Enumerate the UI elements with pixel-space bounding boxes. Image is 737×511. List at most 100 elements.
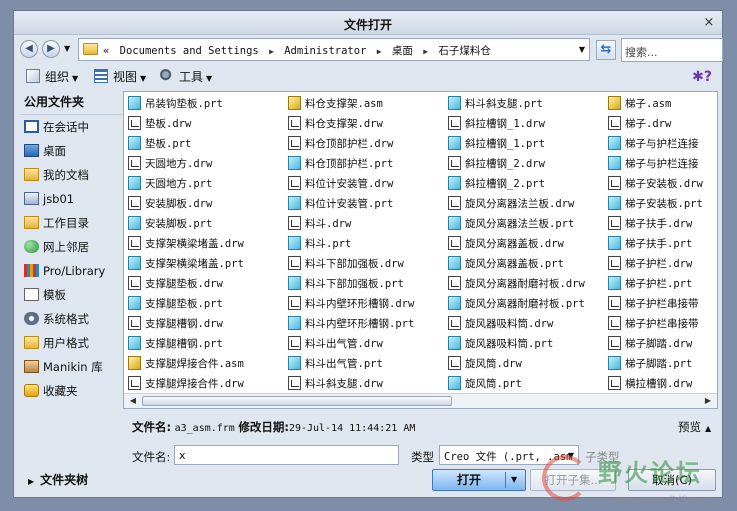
file-item[interactable]: 支撑腿垫板.drw — [128, 274, 244, 294]
file-item[interactable]: 梯子护栏串接带 — [608, 314, 703, 334]
file-item[interactable]: 旋风分离器法兰板.drw — [448, 194, 585, 214]
file-item[interactable]: 梯子扶手.prt — [608, 234, 703, 254]
file-item[interactable]: 支撑腿槽钢.drw — [128, 314, 244, 334]
breadcrumb-desktop[interactable]: 桌面 — [392, 45, 413, 57]
file-item[interactable]: 料斗下部加强板.drw — [288, 254, 414, 274]
close-icon[interactable]: × — [702, 16, 716, 30]
file-item[interactable]: 料位计安装管.prt — [288, 194, 414, 214]
scroll-left-icon[interactable]: ◀ — [126, 395, 140, 407]
file-item[interactable]: 梯子护栏.prt — [608, 274, 703, 294]
organize-menu[interactable]: 组织 ▼ — [26, 69, 78, 87]
forward-icon[interactable]: ▶ — [42, 40, 60, 58]
file-item[interactable]: 料位计安装管.drw — [288, 174, 414, 194]
file-item[interactable]: 料斗内壁环形槽钢.drw — [288, 294, 414, 314]
file-item[interactable]: 安装脚板.drw — [128, 194, 244, 214]
address-dropdown-icon[interactable]: ▼ — [579, 45, 585, 54]
file-item[interactable]: 梯子.drw — [608, 114, 703, 134]
file-item[interactable]: 支撑腿焊接合件.asm — [128, 354, 244, 374]
refresh-icon[interactable]: ⇆ — [596, 40, 616, 60]
sidebar-item-system-formats[interactable]: 系统格式 — [20, 307, 122, 331]
view-menu[interactable]: 视图 ▼ — [94, 69, 146, 87]
file-item[interactable]: 横拉槽钢.drw — [608, 374, 703, 394]
file-item[interactable]: 旋风分离器盖板.prt — [448, 254, 585, 274]
file-item[interactable]: 梯子.asm — [608, 94, 703, 114]
sidebar-item-manikin-library[interactable]: Manikin 库 — [20, 355, 122, 379]
file-list[interactable]: 梯子.asm 梯子.drw 梯子与护栏连接 梯子与护栏连接 梯子安装板.drw 梯子安装板… — [123, 91, 718, 409]
file-item[interactable]: 料仓顶部护栏.drw — [288, 134, 414, 154]
search-input[interactable]: 搜索... — [621, 38, 723, 62]
breadcrumb-overflow[interactable]: « — [103, 45, 109, 57]
file-item[interactable]: 旋风器吸料筒.drw — [448, 314, 585, 334]
file-item[interactable]: 斜拉槽钢_2.drw — [448, 154, 585, 174]
file-item[interactable]: 料仓支撑架.drw — [288, 114, 414, 134]
file-item[interactable]: 旋风分离器法兰板.prt — [448, 214, 585, 234]
file-item[interactable]: 垫板.drw — [128, 114, 244, 134]
file-item[interactable]: 斜拉槽钢_1.prt — [448, 134, 585, 154]
filename-input[interactable]: x — [174, 445, 399, 465]
file-item[interactable]: 旋风筒.drw — [448, 354, 585, 374]
sidebar-item-my-documents[interactable]: 我的文档 — [20, 163, 122, 187]
file-item[interactable]: 斜拉槽钢_1.drw — [448, 114, 585, 134]
file-item[interactable]: 安装脚板.prt — [128, 214, 244, 234]
file-item[interactable]: 支撑腿槽钢.prt — [128, 334, 244, 354]
sidebar-item-working-directory[interactable]: 工作目录 — [20, 211, 122, 235]
file-item[interactable]: 梯子护栏串接带 — [608, 294, 703, 314]
scrollbar-thumb[interactable] — [142, 396, 452, 406]
file-item[interactable]: 垫板.prt — [128, 134, 244, 154]
file-item[interactable]: 旋风分离器盖板.drw — [448, 234, 585, 254]
file-item[interactable]: 料斗出气管.drw — [288, 334, 414, 354]
file-item[interactable]: 支撑架横梁堵盖.drw — [128, 234, 244, 254]
file-item[interactable]: 旋风筒.prt — [448, 374, 585, 394]
file-item[interactable]: 梯子护栏.drw — [608, 254, 703, 274]
file-item[interactable]: 支撑腿垫板.prt — [128, 294, 244, 314]
open-options-icon[interactable]: ▼ — [511, 470, 517, 490]
breadcrumb-separator-icon[interactable]: ▶ — [423, 47, 428, 56]
back-icon[interactable]: ◀ — [20, 40, 38, 58]
file-item[interactable]: 料斗.prt — [288, 234, 414, 254]
breadcrumb-separator-icon[interactable]: ▶ — [269, 47, 274, 56]
sidebar-item-favorites[interactable]: 收藏夹 — [20, 379, 122, 403]
sidebar-item-templates[interactable]: 模板 — [20, 283, 122, 307]
file-item[interactable]: 斜拉槽钢_2.prt — [448, 174, 585, 194]
file-item[interactable]: 料斗内壁环形槽钢.prt — [288, 314, 414, 334]
sidebar-item-pro-library[interactable]: Pro/Library — [20, 259, 122, 283]
file-item[interactable]: 天圆地方.drw — [128, 154, 244, 174]
history-dropdown-icon[interactable]: ▼ — [64, 44, 70, 53]
file-item[interactable]: 旋风分离器耐磨衬板.drw — [448, 274, 585, 294]
scroll-right-icon[interactable]: ▶ — [701, 395, 715, 407]
file-item[interactable]: 料斗.drw — [288, 214, 414, 234]
folder-tree-toggle[interactable]: ▶ 文件夹树 — [20, 471, 122, 489]
file-item[interactable]: 料斗下部加强板.prt — [288, 274, 414, 294]
file-item[interactable]: 料仓顶部护栏.prt — [288, 154, 414, 174]
file-item[interactable]: 梯子脚踏.drw — [608, 334, 703, 354]
horizontal-scrollbar[interactable]: ◀ ▶ — [124, 393, 717, 408]
file-item[interactable]: 料斗出气管.prt — [288, 354, 414, 374]
file-item[interactable]: 梯子脚踏.prt — [608, 354, 703, 374]
breadcrumb-administrator[interactable]: Administrator — [284, 45, 366, 57]
breadcrumb-documents-and-settings[interactable]: Documents and Settings — [120, 45, 259, 57]
file-item[interactable]: 料仓支撑架.asm — [288, 94, 414, 114]
file-item[interactable]: 梯子安装板.drw — [608, 174, 703, 194]
sidebar-item-desktop[interactable]: 桌面 — [20, 139, 122, 163]
sidebar-item-user-formats[interactable]: 用户格式 — [20, 331, 122, 355]
file-item[interactable]: 旋风分离器耐磨衬板.prt — [448, 294, 585, 314]
file-item[interactable]: 梯子安装板.prt — [608, 194, 703, 214]
preview-toggle[interactable]: 预览 ▲ — [678, 419, 711, 435]
tools-menu[interactable]: 工具 ▼ — [160, 69, 212, 87]
file-item[interactable]: 料斗斜支腿.drw — [288, 374, 414, 394]
file-item[interactable]: 梯子与护栏连接 — [608, 134, 703, 154]
sidebar-item-in-session[interactable]: 在会话中 — [20, 115, 122, 139]
sidebar-item-jsb01[interactable]: jsb01 — [20, 187, 122, 211]
open-button[interactable]: 打开 ▼ — [432, 469, 526, 491]
file-item[interactable]: 梯子扶手.drw — [608, 214, 703, 234]
file-item[interactable]: 吊装钩垫板.prt — [128, 94, 244, 114]
sidebar-item-network[interactable]: 网上邻居 — [20, 235, 122, 259]
address-bar[interactable]: « Documents and Settings ▶ Administrator… — [78, 38, 590, 61]
file-item[interactable]: 支撑腿焊接合件.drw — [128, 374, 244, 394]
breadcrumb-separator-icon[interactable]: ▶ — [377, 47, 382, 56]
file-item[interactable]: 料斗斜支腿.prt — [448, 94, 585, 114]
file-item[interactable]: 梯子与护栏连接 — [608, 154, 703, 174]
file-item[interactable]: 旋风器吸料筒.prt — [448, 334, 585, 354]
breadcrumb-current-folder[interactable]: 石子煤料仓 — [438, 45, 491, 57]
file-item[interactable]: 天圆地方.prt — [128, 174, 244, 194]
